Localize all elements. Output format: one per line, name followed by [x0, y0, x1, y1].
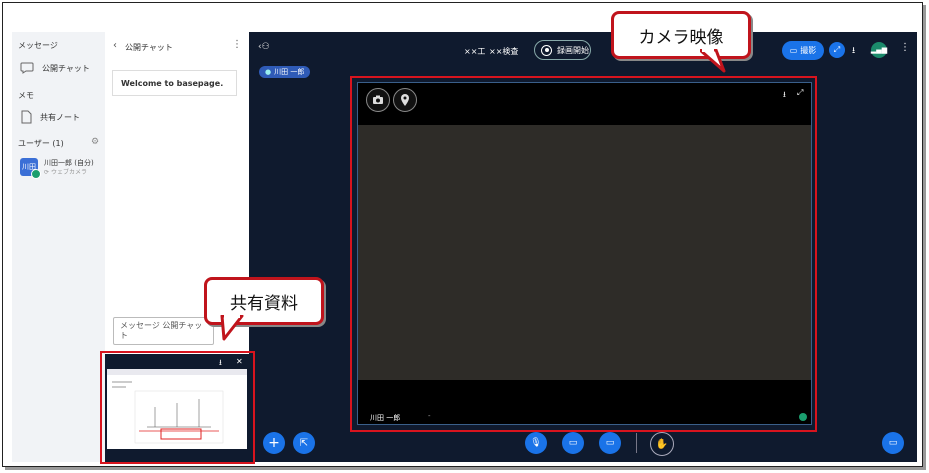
sidebar-item-shared-note[interactable]: 共有ノート: [20, 110, 80, 124]
chat-welcome-message: Welcome to basepage.: [112, 70, 237, 96]
capture-button[interactable]: ▭ 撮影: [782, 41, 824, 60]
mic-icon: ●: [265, 68, 272, 76]
note-icon: [21, 110, 32, 124]
expand-icon: ⤢: [833, 45, 841, 54]
gear-icon[interactable]: ⚙: [91, 137, 99, 147]
monitor-icon: ▭: [888, 438, 898, 448]
top-bar: ‹⚇ ××工 ××検査 録画開始 ▭ 撮影 ⤢ ⭳ ▂▄▆ ⋮: [249, 32, 917, 66]
meeting-name-part2: ××検査: [489, 47, 519, 56]
microphone-button[interactable]: 🎙: [525, 432, 547, 454]
video-camera-icon: ▭: [568, 438, 578, 448]
sidebar-item-label: 共有ノート: [40, 112, 80, 122]
presenter-name: 川田 一郎: [274, 68, 305, 76]
external-link-icon: ⇱: [299, 437, 309, 449]
chat-message-input[interactable]: メッセージ 公開チャット: [113, 317, 214, 345]
camera-toggle-button[interactable]: ▭: [562, 432, 584, 454]
callout-label: カメラ映像: [638, 27, 724, 48]
record-label: 録画開始: [557, 45, 589, 55]
user-info: 川田一郎 (自分) ⟳ ウェブカメラ: [44, 158, 94, 178]
avatar: 川田: [20, 158, 41, 179]
record-icon: [541, 44, 552, 56]
capture-label: 撮影: [800, 46, 817, 55]
monitor-icon: ▭: [789, 46, 798, 55]
presenter-chip: ● 川田 一郎: [259, 66, 311, 78]
more-menu-icon[interactable]: ⋮: [232, 39, 242, 50]
meeting-name-part1: ××工: [464, 47, 486, 56]
connection-status-button[interactable]: ▂▄▆: [871, 42, 887, 58]
start-recording-button[interactable]: 録画開始: [534, 40, 591, 60]
sidebar-section-message: メッセージ: [18, 41, 58, 50]
leave-user-icon[interactable]: ‹⚇: [258, 42, 270, 52]
status-indicator: [31, 169, 41, 179]
hand-icon: ✋: [655, 438, 669, 450]
camera-video-callout: カメラ映像: [611, 11, 751, 59]
share-link-button[interactable]: ⇱: [293, 432, 315, 454]
sidebar: メッセージ 公開チャット メモ 共有ノート ユーザー (1) ⚙ 川田 川田一郎…: [12, 32, 105, 462]
sidebar-section-memo: メモ: [18, 91, 34, 100]
users-heading: ユーザー (1): [18, 139, 64, 148]
add-button[interactable]: +: [263, 432, 285, 454]
shared-material-highlight: [100, 351, 255, 464]
user-list-item[interactable]: 川田 川田一郎 (自分) ⟳ ウェブカメラ: [20, 158, 94, 179]
user-device-label: ウェブカメラ: [50, 169, 87, 176]
monitor-icon: ▭: [605, 438, 615, 448]
user-name: 川田一郎 (自分): [44, 159, 94, 167]
user-device: ⟳ ウェブカメラ: [44, 169, 87, 176]
toolbar-divider: [636, 433, 637, 453]
chat-title: 公開チャット: [125, 43, 173, 52]
callout-label: 共有資料: [230, 293, 298, 314]
camera-callout-pointer: [700, 49, 726, 73]
camera-video-highlight: [350, 76, 817, 432]
back-chevron-icon[interactable]: ‹: [113, 40, 117, 51]
sidebar-item-label: 公開チャット: [42, 63, 90, 73]
more-menu-icon[interactable]: ⋮: [900, 42, 910, 53]
shared-callout-pointer: [220, 315, 244, 341]
presentation-button[interactable]: ▭: [882, 432, 904, 454]
screen-share-button[interactable]: ▭: [599, 432, 621, 454]
signal-icon: ▂▄▆: [870, 46, 888, 54]
sidebar-item-public-chat[interactable]: 公開チャット: [20, 62, 90, 74]
plus-icon: +: [268, 435, 280, 451]
sidebar-section-users: ユーザー (1) ⚙: [18, 137, 99, 149]
microphone-icon: 🎙: [530, 438, 542, 448]
raise-hand-button[interactable]: ✋: [650, 432, 674, 456]
fullscreen-button[interactable]: ⤢: [829, 42, 845, 58]
chat-header: ‹ 公開チャット ⋮: [105, 32, 249, 58]
download-icon[interactable]: ⭳: [852, 43, 855, 59]
chat-bubble-icon: [20, 62, 34, 74]
